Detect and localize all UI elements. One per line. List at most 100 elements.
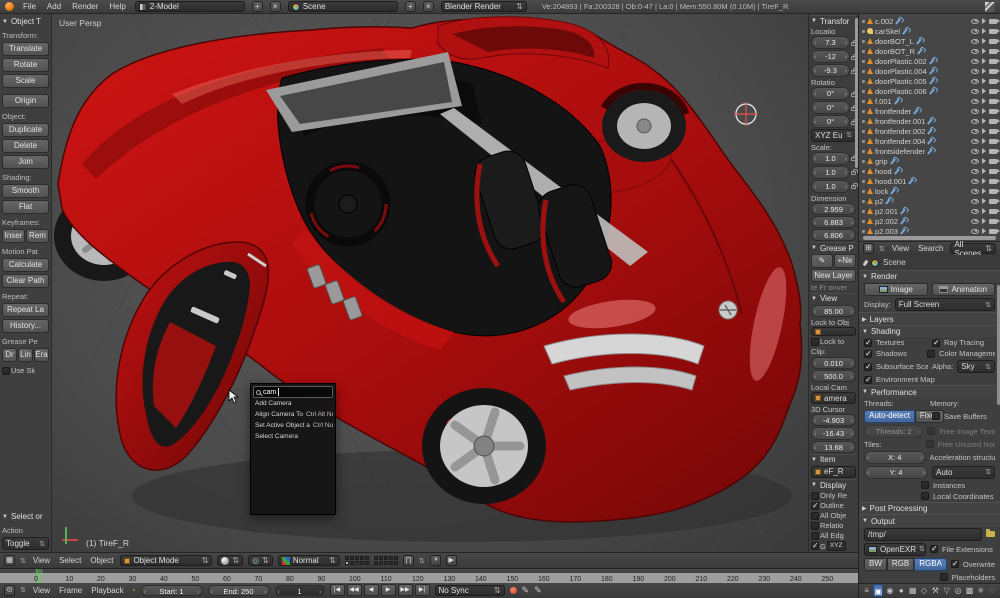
rotation-mode-dropdown[interactable]: XYZ Eu ⇅ [811, 129, 856, 142]
pin-icon[interactable] [862, 259, 869, 266]
viewport-shading-dropdown[interactable]: ⇅ [217, 555, 244, 566]
history-button[interactable]: History... [2, 319, 49, 333]
selectability-arrow-icon[interactable] [982, 88, 986, 94]
grease-draw-button[interactable]: Dr [2, 348, 17, 362]
grease-line-button[interactable]: Lin [18, 348, 33, 362]
autodetect-button[interactable]: Auto-detect [864, 409, 915, 423]
add-scene-button[interactable]: + [404, 1, 416, 12]
visibility-eye-icon[interactable] [971, 128, 979, 134]
renderability-camera-icon[interactable] [989, 68, 1000, 74]
selectability-arrow-icon[interactable] [982, 218, 986, 224]
lock-icon[interactable] [851, 90, 858, 97]
renderability-camera-icon[interactable] [989, 98, 1000, 104]
flat-button[interactable]: Flat [2, 200, 49, 214]
renderability-camera-icon[interactable] [989, 38, 1000, 44]
renderability-camera-icon[interactable] [989, 78, 1000, 84]
properties-tab-icon[interactable] [931, 584, 940, 597]
location-x-field[interactable]: 7.3 [811, 36, 850, 50]
layer-grid-right[interactable] [373, 556, 398, 565]
renderability-camera-icon[interactable] [989, 28, 1000, 34]
properties-tab-icon[interactable] [953, 584, 962, 597]
renderability-camera-icon[interactable] [989, 58, 1000, 64]
remove-keyframe-button[interactable]: Rem [26, 229, 49, 243]
timeline-playback-menu[interactable]: Playback [89, 586, 125, 595]
properties-tab-icon[interactable] [942, 584, 951, 597]
visibility-eye-icon[interactable] [971, 218, 979, 224]
scale-button[interactable]: Scale [2, 74, 49, 88]
origin-button[interactable]: Origin [2, 94, 49, 108]
alpha-dropdown[interactable]: Sky ⇅ [957, 360, 995, 374]
selectability-arrow-icon[interactable] [982, 108, 986, 114]
outliner-row[interactable]: p2.001 [859, 206, 1000, 216]
shading-panel-header[interactable]: ▼ Shading [859, 324, 1000, 338]
properties-tab-icon[interactable] [862, 584, 871, 597]
overwrite-checkbox[interactable] [950, 559, 959, 569]
scale-x-field[interactable]: 1.0 [811, 151, 850, 165]
renderability-camera-icon[interactable] [989, 118, 1000, 124]
selectability-arrow-icon[interactable] [982, 148, 986, 154]
outline-checkbox[interactable] [811, 501, 819, 510]
shadows-checkbox[interactable] [864, 349, 872, 358]
lock-icon[interactable] [851, 183, 858, 190]
outliner-row[interactable]: frontsidefender [859, 146, 1000, 156]
tile-x-slider[interactable]: X: 4 [864, 450, 926, 464]
output-panel-header[interactable]: ▼ Output [859, 514, 1000, 527]
menu-help[interactable]: Help [107, 2, 127, 11]
active-item-field[interactable]: eF_R [811, 465, 856, 478]
screen-layout-select[interactable]: 2-Model [134, 1, 245, 12]
outliner-row[interactable]: carSkel [859, 26, 1000, 36]
outliner-search-menu[interactable]: Search [916, 244, 945, 253]
menu-add[interactable]: Add [45, 2, 63, 11]
render-opengl-icon[interactable] [429, 555, 441, 566]
join-button[interactable]: Join [2, 155, 49, 169]
outliner-row[interactable]: doorBOT_L [859, 36, 1000, 46]
timeline-view-menu[interactable]: View [31, 586, 52, 595]
visibility-eye-icon[interactable] [971, 168, 979, 174]
view-panel-header[interactable]: ▼ View [811, 292, 856, 304]
3d-viewport[interactable]: User Persp (1) TireF_R cam Add Camera Al… [52, 14, 808, 552]
selectability-arrow-icon[interactable] [982, 68, 986, 74]
visibility-eye-icon[interactable] [971, 88, 979, 94]
lens-field[interactable]: 85.00 [811, 304, 856, 317]
outliner-row[interactable]: frontfender [859, 106, 1000, 116]
menu-item-select-camera[interactable]: Select Camera [253, 431, 333, 442]
outliner-row[interactable]: doorPlastic.006 [859, 86, 1000, 96]
rotation-y-field[interactable]: 0° [811, 101, 850, 115]
properties-tab-icon[interactable] [908, 584, 917, 597]
properties-tab-icon[interactable] [988, 584, 997, 597]
renderability-camera-icon[interactable] [989, 158, 1000, 164]
selectability-arrow-icon[interactable] [982, 28, 986, 34]
instances-checkbox[interactable] [921, 481, 929, 490]
folder-icon[interactable] [986, 529, 995, 538]
select-panel-header[interactable]: ▼ Select or [2, 511, 49, 522]
selectability-arrow-icon[interactable] [982, 58, 986, 64]
performance-panel-header[interactable]: ▼ Performance [859, 385, 1000, 398]
envmap-checkbox[interactable] [864, 375, 872, 384]
outliner-row[interactable]: hood.001 [859, 176, 1000, 186]
visibility-eye-icon[interactable] [971, 78, 979, 84]
action-toggle-dropdown[interactable]: Toggle ⇅ [2, 537, 49, 550]
selectability-arrow-icon[interactable] [982, 138, 986, 144]
visibility-eye-icon[interactable] [971, 138, 979, 144]
menu-item-align-camera[interactable]: Align Camera To Ctrl Alt Numpad 0 [253, 409, 333, 420]
lock-icon[interactable] [851, 169, 858, 176]
visibility-eye-icon[interactable] [971, 158, 979, 164]
smooth-button[interactable]: Smooth [2, 184, 49, 198]
lock-icon[interactable] [851, 67, 858, 74]
grease-new-button[interactable]: +Ne [834, 254, 856, 269]
visibility-eye-icon[interactable] [971, 208, 979, 214]
view-menu[interactable]: View [31, 556, 52, 565]
outliner-row[interactable]: f.001 [859, 96, 1000, 106]
cursor-y-field[interactable]: -16.43 [811, 427, 856, 440]
delete-scene-button[interactable]: × [422, 1, 434, 12]
visibility-eye-icon[interactable] [971, 28, 979, 34]
rotation-z-field[interactable]: 0° [811, 115, 850, 129]
tile-y-slider[interactable]: Y: 4 [864, 465, 928, 479]
transform-orientation-dropdown[interactable]: Normal ⇅ [277, 555, 340, 566]
lock-icon[interactable] [851, 104, 858, 111]
selectability-arrow-icon[interactable] [982, 228, 986, 234]
selectability-arrow-icon[interactable] [982, 208, 986, 214]
selectability-arrow-icon[interactable] [982, 48, 986, 54]
only-render-checkbox[interactable] [811, 491, 819, 500]
lock-icon[interactable] [851, 53, 858, 60]
